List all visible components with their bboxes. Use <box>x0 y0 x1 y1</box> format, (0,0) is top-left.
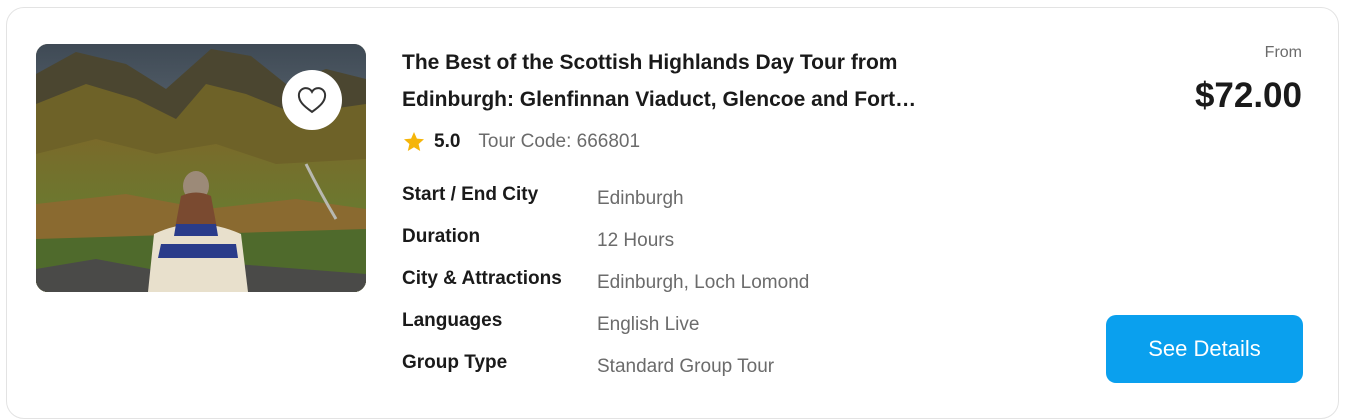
spec-value: 12 Hours <box>597 230 675 251</box>
spec-label: Start / End City <box>402 184 539 205</box>
rating-row: 5.0 Tour Code: 666801 <box>402 128 640 156</box>
heart-outline-icon <box>297 87 327 114</box>
spec-label: City & Attractions <box>402 268 562 289</box>
spec-row-start-end-city: Start / End City Edinburgh <box>402 180 1002 222</box>
favorite-button[interactable] <box>282 70 342 130</box>
spec-label: Group Type <box>402 352 508 373</box>
spec-row-city-attractions: City & Attractions Edinburgh, Loch Lomon… <box>402 264 1002 306</box>
spec-value: Edinburgh <box>597 188 684 209</box>
tour-title-line-2[interactable]: Edinburgh: Glenfinnan Viaduct, Glencoe a… <box>402 81 1002 118</box>
price-value: $72.00 <box>1194 76 1302 115</box>
tour-specs: Start / End City Edinburgh Duration 12 H… <box>402 180 1002 390</box>
price-from-label: From <box>1264 44 1302 61</box>
tour-code: Tour Code: 666801 <box>478 131 641 152</box>
star-icon <box>404 132 424 151</box>
spec-label: Languages <box>402 310 503 331</box>
rating-value: 5.0 <box>434 131 461 152</box>
tour-title-line-1[interactable]: The Best of the Scottish Highlands Day T… <box>402 44 1002 81</box>
spec-row-languages: Languages English Live <box>402 306 1002 348</box>
tour-title[interactable]: The Best of the Scottish Highlands Day T… <box>402 44 1002 118</box>
spec-value: English Live <box>597 314 700 335</box>
spec-row-duration: Duration 12 Hours <box>402 222 1002 264</box>
spec-row-group-type: Group Type Standard Group Tour <box>402 348 1002 390</box>
spec-value: Standard Group Tour <box>597 356 775 377</box>
see-details-button[interactable]: See Details <box>1106 315 1303 383</box>
spec-label: Duration <box>402 226 481 247</box>
spec-value: Edinburgh, Loch Lomond <box>597 272 810 293</box>
